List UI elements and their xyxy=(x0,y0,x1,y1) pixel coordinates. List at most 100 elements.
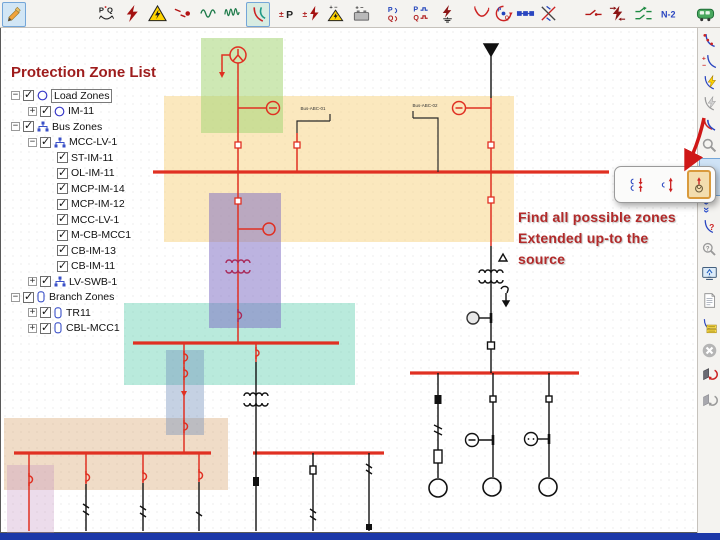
optimal-power-flow-button[interactable]: PQ xyxy=(384,2,406,25)
tree-item-bus-zones[interactable]: −✓Bus Zones xyxy=(7,119,172,135)
tree-item-label[interactable]: MCC-LV-1 xyxy=(71,214,119,226)
tree-item-label[interactable]: MCP-IM-14 xyxy=(71,183,125,195)
zoom-tool-disabled-button[interactable] xyxy=(699,135,720,155)
curve-summary-report-button[interactable] xyxy=(699,315,720,335)
zone-checkbox[interactable]: ✓ xyxy=(57,199,68,210)
tree-item-branch-zones[interactable]: −✓ Branch Zones xyxy=(7,290,172,306)
create-star-view-button[interactable] xyxy=(699,30,720,50)
tree-item-label[interactable]: Branch Zones xyxy=(49,291,114,303)
railway-traction-button[interactable] xyxy=(694,2,716,25)
zone-checkbox[interactable]: ✓ xyxy=(23,292,34,303)
zone-checkbox[interactable]: ✓ xyxy=(40,106,51,117)
tree-item-label[interactable]: Load Zones xyxy=(51,89,112,103)
zone-checkbox[interactable]: ✓ xyxy=(57,214,68,225)
tree-item-label[interactable]: M-CB-MCC1 xyxy=(71,229,131,241)
right-branch-deenergized[interactable] xyxy=(467,246,509,373)
database-transfer-disabled-button[interactable] xyxy=(699,390,720,410)
edit-mode-pencil-button[interactable] xyxy=(2,2,26,27)
expand-icon[interactable]: + xyxy=(28,107,37,116)
pq-capability-analysis-button[interactable]: PQ xyxy=(492,2,514,25)
zoom-query-disabled-button[interactable]: ? xyxy=(699,239,720,259)
unbalanced-load-flow-button[interactable]: ±P xyxy=(276,2,298,25)
fault-insertion-on-curve-button[interactable] xyxy=(699,72,720,92)
zone-checkbox[interactable]: ✓ xyxy=(57,152,68,163)
tree-item-label[interactable]: CBL-MCC1 xyxy=(66,322,120,334)
tree-item-st-im-11[interactable]: ✓ST-IM-11 xyxy=(7,150,172,166)
harmonic-analysis-button[interactable] xyxy=(197,2,219,25)
expand-icon[interactable]: + xyxy=(28,277,37,286)
zone-checkbox[interactable]: ✓ xyxy=(40,323,51,334)
tree-item-label[interactable]: MCP-IM-12 xyxy=(71,198,125,210)
switching-sequence-button[interactable] xyxy=(537,2,559,25)
unbalanced-short-circuit-button[interactable]: ± xyxy=(300,2,322,25)
expand-icon[interactable]: + xyxy=(28,308,37,317)
tree-item-label[interactable]: ST-IM-11 xyxy=(71,152,113,164)
tree-item-im-11[interactable]: +✓ IM-11 xyxy=(7,104,172,120)
star-protection-coordination-button[interactable] xyxy=(246,2,270,27)
arc-flash-analysis-button[interactable] xyxy=(146,2,168,25)
star-query-button[interactable]: ? xyxy=(699,216,720,236)
report-manager-button[interactable] xyxy=(699,290,720,310)
tree-item-label[interactable]: MCC-LV-1 xyxy=(69,136,117,148)
load-flow-analysis-button[interactable]: PQ xyxy=(95,2,117,25)
center-feeder-2[interactable] xyxy=(310,453,316,531)
tree-item-lv-swb-1[interactable]: +✓LV-SWB-1 xyxy=(7,274,172,290)
tree-item-mcc-lv-1[interactable]: ✓MCC-LV-1 xyxy=(7,212,172,228)
tree-item-label[interactable]: TR11 xyxy=(66,307,91,319)
tree-item-ol-im-11[interactable]: ✓OL-IM-11 xyxy=(7,166,172,182)
reliability-assessment-button[interactable] xyxy=(632,2,654,25)
voltage-curve-analysis-button[interactable] xyxy=(470,2,492,25)
zone-checkbox[interactable]: ✓ xyxy=(40,307,51,318)
network-interchange-button[interactable] xyxy=(514,2,536,25)
tree-item-cb-im-11[interactable]: ✓CB-IM-11 xyxy=(7,259,172,275)
tree-item-load-zones[interactable]: −✓ Load Zones xyxy=(7,88,172,104)
collapse-icon[interactable]: − xyxy=(28,138,37,147)
short-circuit-analysis-button[interactable] xyxy=(121,2,143,25)
tree-item-tr11[interactable]: +✓ TR11 xyxy=(7,305,172,321)
zone-checkbox[interactable]: ✓ xyxy=(57,261,68,272)
database-transfer-button[interactable] xyxy=(699,364,720,384)
tree-item-label[interactable]: OL-IM-11 xyxy=(71,167,115,179)
battery-discharge-sizing-button[interactable]: + − xyxy=(350,2,372,25)
zone-checkbox[interactable]: ✓ xyxy=(40,276,51,287)
sequence-viewer-button[interactable] xyxy=(699,114,720,134)
tree-item-mcp-im-14[interactable]: ✓MCP-IM-14 xyxy=(7,181,172,197)
tree-item-cbl-mcc1[interactable]: +✓ CBL-MCC1 xyxy=(7,321,172,337)
zone-checkbox[interactable]: ✓ xyxy=(57,183,68,194)
collapse-icon[interactable]: − xyxy=(11,122,20,131)
append-to-star-view-button[interactable]: +− xyxy=(699,51,720,71)
tree-item-mcp-im-12[interactable]: ✓MCP-IM-12 xyxy=(7,197,172,213)
ground-fault-analysis-button[interactable] xyxy=(436,2,458,25)
motor-feeder-1[interactable] xyxy=(429,373,447,497)
dc-arc-flash-button[interactable]: + − xyxy=(324,2,346,25)
zone-checkbox[interactable]: ✓ xyxy=(23,90,34,101)
zone-checkbox[interactable]: ✓ xyxy=(57,245,68,256)
motor-feeder-3[interactable] xyxy=(525,373,558,496)
collapse-icon[interactable]: − xyxy=(11,91,20,100)
tree-item-mcc-lv-1[interactable]: −✓MCC-LV-1 xyxy=(7,135,172,151)
find-zones-up-down-stream-button[interactable] xyxy=(656,170,680,199)
oneline-canvas[interactable]: Bus-ABC-01Bus-ABC-02 Protection Zone Lis… xyxy=(0,28,697,533)
sequence-of-operation-button[interactable] xyxy=(606,2,628,25)
utility-grid-source-right[interactable] xyxy=(484,44,498,98)
time-domain-load-flow-button[interactable]: PQ xyxy=(410,2,432,25)
find-zones-between-devices-button[interactable] xyxy=(625,170,649,199)
tree-item-label[interactable]: Bus Zones xyxy=(52,121,102,133)
expand-icon[interactable]: + xyxy=(28,324,37,333)
tree-item-cb-im-13[interactable]: ✓CB-IM-13 xyxy=(7,243,172,259)
tree-item-label[interactable]: CB-IM-11 xyxy=(71,260,115,272)
fault-insertion-disabled-button[interactable] xyxy=(699,93,720,113)
tree-item-label[interactable]: CB-IM-13 xyxy=(71,245,116,257)
display-options-monitor-button[interactable] xyxy=(699,263,720,283)
switching-device-check-button[interactable] xyxy=(582,2,604,25)
collapse-icon[interactable]: − xyxy=(11,293,20,302)
zone-checkbox[interactable]: ✓ xyxy=(57,230,68,241)
motor-acceleration-analysis-button[interactable] xyxy=(171,2,193,25)
contingency-n-2-button[interactable]: N-2 xyxy=(658,2,680,25)
find-zones-extended-to-source-button[interactable] xyxy=(687,170,711,199)
tree-item-m-cb-mcc1[interactable]: ✓M-CB-MCC1 xyxy=(7,228,172,244)
tree-item-label[interactable]: IM-11 xyxy=(68,105,94,117)
center-feeder-3[interactable] xyxy=(366,453,372,531)
zone-checkbox[interactable]: ✓ xyxy=(57,168,68,179)
transient-stability-analysis-button[interactable] xyxy=(221,2,243,25)
